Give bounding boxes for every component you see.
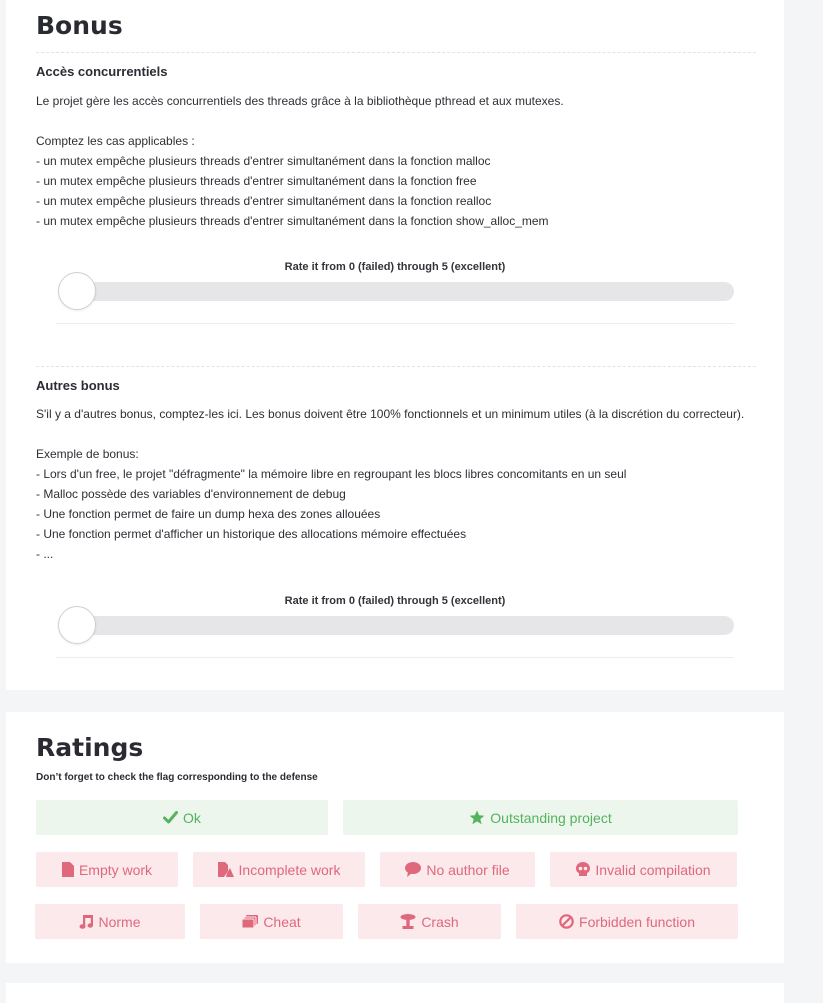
flag-empty-work-button[interactable]: Empty work xyxy=(36,852,178,887)
rate-label: Rate it from 0 (failed) through 5 (excel… xyxy=(284,261,506,273)
rating-slider-thumb[interactable] xyxy=(58,606,96,644)
flag-incomplete-work-button[interactable]: Incomplete work xyxy=(193,852,365,887)
flag-label: Norme xyxy=(98,913,141,930)
speech-bubble-icon xyxy=(405,862,422,877)
section-title: Autres bonus xyxy=(36,378,120,393)
rating-slider-thumb[interactable] xyxy=(58,272,96,310)
description-line xyxy=(36,111,766,131)
description-line: - ... xyxy=(36,547,54,561)
ratings-card: Ratings Don’t forget to check the flag c… xyxy=(6,712,784,963)
skull-icon xyxy=(576,862,591,877)
music-note-icon xyxy=(79,914,94,929)
flag-label: Crash xyxy=(421,913,459,930)
description-line: - un mutex empêche plusieurs threads d'e… xyxy=(36,154,491,168)
description-line: - un mutex empêche plusieurs threads d'e… xyxy=(36,214,549,228)
ratings-title: Ratings xyxy=(36,733,144,762)
flag-label: Ok xyxy=(183,809,201,826)
description-line: Le projet gère les accès concurrentiels … xyxy=(36,94,564,108)
divider xyxy=(56,657,734,658)
bonus-card: Bonus Accès concurrentiels Le projet gèr… xyxy=(6,0,784,690)
flag-label: Outstanding project xyxy=(490,809,612,826)
description-line: - un mutex empêche plusieurs threads d'e… xyxy=(36,174,477,188)
divider xyxy=(36,52,756,53)
flag-no-author-file-button[interactable]: No author file xyxy=(380,852,535,887)
flag-norme-button[interactable]: Norme xyxy=(35,904,185,939)
flag-cheat-button[interactable]: Cheat xyxy=(200,904,343,939)
cards-icon xyxy=(242,915,259,928)
section-description: Le projet gère les accès concurrentiels … xyxy=(36,91,766,231)
description-line: Exemple de bonus: xyxy=(36,447,139,461)
flag-note: Don’t forget to check the flag correspon… xyxy=(36,772,318,783)
description-line: S'il y a d'autres bonus, comptez-les ici… xyxy=(36,407,745,421)
forbidden-icon xyxy=(559,914,574,929)
file-broken-icon xyxy=(217,862,234,877)
flag-label: Empty work xyxy=(78,861,153,878)
description-line: - Lors d'un free, le projet "défragmente… xyxy=(36,467,627,481)
flag-label: Incomplete work xyxy=(238,861,341,878)
flag-label: Cheat xyxy=(263,913,301,930)
description-line: - Malloc possède des variables d'environ… xyxy=(36,487,346,501)
rate-label: Rate it from 0 (failed) through 5 (excel… xyxy=(284,595,506,607)
divider xyxy=(56,323,734,324)
check-icon xyxy=(163,811,179,824)
explosion-icon xyxy=(400,914,416,929)
description-line: - un mutex empêche plusieurs threads d'e… xyxy=(36,194,492,208)
flag-label: Invalid compilation xyxy=(595,861,711,878)
divider xyxy=(36,366,756,367)
flag-crash-button[interactable]: Crash xyxy=(358,904,501,939)
description-line xyxy=(36,424,766,444)
file-icon xyxy=(61,862,74,877)
rating-slider-track[interactable] xyxy=(62,282,734,301)
flag-outstanding-button[interactable]: Outstanding project xyxy=(343,800,738,835)
flag-invalid-compilation-button[interactable]: Invalid compilation xyxy=(550,852,737,887)
flag-label: Forbidden function xyxy=(579,913,695,930)
section-description: S'il y a d'autres bonus, comptez-les ici… xyxy=(36,404,766,564)
section-title: Accès concurrentiels xyxy=(36,64,168,79)
next-card xyxy=(6,983,784,1003)
star-icon xyxy=(469,810,485,825)
flag-label: No author file xyxy=(426,861,510,878)
flag-ok-button[interactable]: Ok xyxy=(36,800,328,835)
description-line: Comptez les cas applicables : xyxy=(36,134,195,148)
bonus-title: Bonus xyxy=(36,11,123,40)
rating-slider-track[interactable] xyxy=(62,616,734,635)
description-line: - Une fonction permet d'afficher un hist… xyxy=(36,527,467,541)
flag-forbidden-function-button[interactable]: Forbidden function xyxy=(516,904,738,939)
description-line: - Une fonction permet de faire un dump h… xyxy=(36,507,381,521)
